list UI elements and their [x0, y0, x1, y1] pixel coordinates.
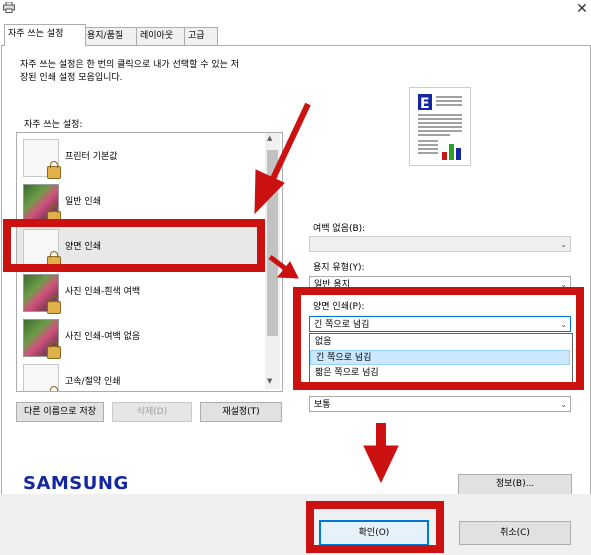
document-icon: [23, 364, 59, 391]
borderless-label: 여백 없음(B):: [313, 224, 366, 234]
list-item-printer-default[interactable]: 프린터 기본값: [17, 135, 267, 179]
scroll-down-icon[interactable]: ▼: [267, 377, 272, 385]
description-line-2: 장된 인쇄 설정 모음입니다.: [20, 73, 123, 83]
list-item-photo-borderless[interactable]: 사진 인쇄-여백 없음: [17, 315, 267, 359]
list-item-label: 사진 인쇄-여백 없음: [65, 332, 141, 342]
description-text: 자주 쓰는 설정은 한 번의 클릭으로 내가 선택할 수 있는 저 장된 인쇄 …: [20, 59, 290, 85]
list-item-label: 양면 인쇄: [65, 242, 101, 252]
photo-icon: [23, 274, 61, 314]
lock-icon: [47, 161, 61, 179]
favorites-label: 자주 쓰는 설정:: [24, 120, 83, 130]
quality-value: 보통: [314, 400, 331, 410]
close-icon[interactable]: ✕: [573, 0, 591, 18]
quality-select[interactable]: 보통 ⌄: [309, 396, 571, 412]
chevron-down-icon: ⌄: [560, 320, 567, 329]
title-bar: ✕: [0, 0, 591, 22]
chevron-down-icon: ⌄: [560, 400, 567, 409]
tab-paper-quality[interactable]: 용지/품질: [83, 27, 140, 45]
description-line-1: 자주 쓰는 설정은 한 번의 클릭으로 내가 선택할 수 있는 저: [20, 60, 240, 70]
document-icon: [23, 139, 61, 179]
printer-icon: [3, 2, 15, 13]
paper-type-label: 용지 유형(Y):: [313, 263, 365, 273]
duplex-option-none[interactable]: 없음: [310, 335, 570, 350]
lock-icon: [50, 386, 58, 391]
lock-icon: [47, 251, 61, 269]
print-preview: E: [409, 87, 471, 166]
list-item-photo-white-border[interactable]: 사진 인쇄-흰색 여백: [17, 270, 267, 314]
list-item-label: 프린터 기본값: [65, 152, 118, 162]
paper-type-select[interactable]: 일반 용지 ⌄: [309, 276, 571, 292]
lock-icon: [47, 296, 61, 314]
list-item-label: 사진 인쇄-흰색 여백: [65, 287, 141, 297]
list-item-duplex-print[interactable]: 양면 인쇄: [17, 225, 267, 269]
chevron-down-icon: ⌄: [560, 280, 567, 289]
tab-advanced[interactable]: 고급: [184, 27, 218, 45]
duplex-value: 긴 쪽으로 넘김: [314, 320, 370, 330]
tab-layout[interactable]: 레이아웃: [136, 27, 188, 45]
photo-document-icon: [23, 184, 61, 224]
cancel-button[interactable]: 취소(C): [459, 521, 571, 545]
lock-icon: [47, 341, 61, 359]
svg-text:E: E: [420, 96, 430, 112]
favorites-list[interactable]: 프린터 기본값 일반 인쇄 양면 인쇄 사진 인쇄-흰색 여백 사진 인쇄-여백…: [16, 132, 283, 392]
reset-button[interactable]: 재설정(T): [200, 402, 282, 422]
tab-favorites[interactable]: 자주 쓰는 설정: [4, 24, 86, 46]
duplex-option-long-edge[interactable]: 긴 쪽으로 넘김: [310, 350, 570, 365]
scroll-up-icon[interactable]: ▲: [267, 134, 272, 142]
delete-button[interactable]: 삭제(D): [112, 402, 192, 422]
lock-icon: [47, 206, 61, 224]
borderless-select[interactable]: ⌄: [309, 236, 571, 252]
document-icon: [23, 229, 61, 269]
paper-type-value: 일반 용지: [314, 280, 350, 290]
info-button[interactable]: 정보(B)...: [458, 474, 572, 495]
chevron-down-icon: ⌄: [560, 240, 567, 249]
list-item-fast-eco-print[interactable]: 고속/절약 인쇄: [17, 360, 267, 391]
list-item-label: 일반 인쇄: [65, 197, 101, 207]
duplex-dropdown[interactable]: 없음 긴 쪽으로 넘김 짧은 쪽으로 넘김: [309, 333, 573, 385]
save-as-button[interactable]: 다른 이름으로 저장: [16, 402, 104, 422]
duplex-select[interactable]: 긴 쪽으로 넘김 ⌄: [309, 316, 571, 332]
duplex-option-short-edge[interactable]: 짧은 쪽으로 넘김: [310, 366, 570, 381]
ok-button[interactable]: 확인(O): [319, 520, 429, 546]
list-item-label: 고속/절약 인쇄: [65, 377, 121, 387]
duplex-label: 양면 인쇄(P):: [313, 302, 365, 312]
list-item-normal-print[interactable]: 일반 인쇄: [17, 180, 267, 224]
preview-document-icon: E: [418, 94, 462, 160]
samsung-logo: SAMSUNG: [23, 473, 129, 494]
photo-icon: [23, 319, 61, 359]
scrollbar-thumb[interactable]: [267, 150, 278, 336]
